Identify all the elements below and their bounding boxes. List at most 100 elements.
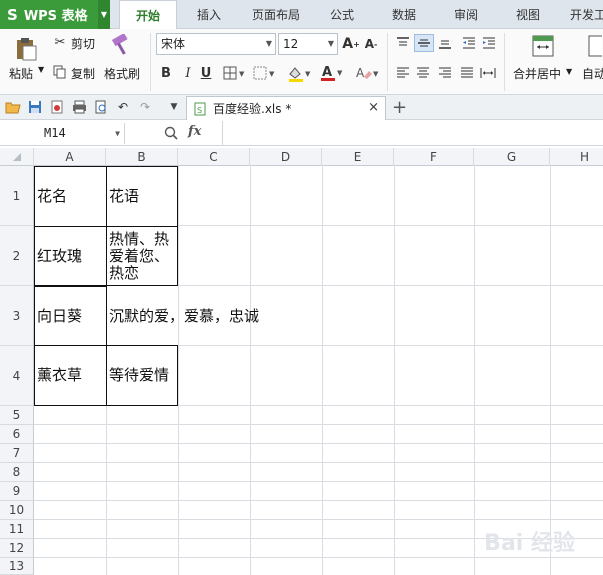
row-header[interactable]: 3: [0, 286, 34, 346]
new-tab-icon[interactable]: +: [392, 97, 407, 118]
font-size-select[interactable]: 12 ▼: [278, 33, 338, 55]
column-header-b[interactable]: B: [106, 148, 178, 166]
copy-button[interactable]: 复制: [71, 65, 95, 82]
close-icon[interactable]: ×: [368, 100, 379, 115]
increase-indent-icon[interactable]: [480, 35, 498, 51]
chevron-down-icon[interactable]: ▼: [266, 34, 272, 54]
justify-icon[interactable]: [458, 65, 476, 81]
cell-a2[interactable]: 红玫瑰: [34, 226, 107, 286]
row-header[interactable]: 5: [0, 406, 34, 425]
function-icon[interactable]: fx: [188, 124, 201, 139]
chevron-down-icon[interactable]: ▼: [166, 99, 182, 115]
document-tab[interactable]: S 百度经验.xls * ×: [186, 96, 386, 120]
tab-insert[interactable]: 插入: [183, 0, 235, 29]
bold-icon[interactable]: B: [158, 64, 174, 82]
underline-icon[interactable]: U: [198, 64, 214, 82]
cut-button[interactable]: 剪切: [71, 35, 95, 52]
paste-icon[interactable]: [12, 35, 40, 63]
align-right-icon[interactable]: [436, 65, 454, 81]
decrease-indent-icon[interactable]: [460, 35, 478, 51]
row-header[interactable]: 13: [0, 558, 34, 575]
distributed-icon[interactable]: [478, 65, 498, 81]
row-header[interactable]: 1: [0, 166, 34, 226]
fill-color-icon[interactable]: ▼: [286, 64, 314, 84]
formula-input[interactable]: [222, 121, 603, 146]
align-left-icon[interactable]: [394, 65, 412, 81]
chevron-down-icon[interactable]: ▼: [328, 34, 334, 54]
row-header[interactable]: 11: [0, 520, 34, 539]
redo-icon[interactable]: ↷: [137, 99, 153, 115]
cell-b3[interactable]: 沉默的爱，爱慕，忠诚: [107, 286, 307, 346]
tab-developer[interactable]: 开发工: [562, 0, 603, 29]
spreadsheet-file-icon: S: [193, 102, 207, 116]
app-menu-button[interactable]: S WPS 表格 ▼: [0, 0, 110, 29]
column-header-h[interactable]: H: [550, 148, 603, 166]
tab-review[interactable]: 审阅: [440, 0, 492, 29]
row-header[interactable]: 12: [0, 539, 34, 558]
copy-icon[interactable]: [52, 64, 68, 80]
undo-icon[interactable]: ↶: [115, 99, 131, 115]
open-folder-icon[interactable]: [5, 99, 21, 115]
brush-icon[interactable]: [110, 33, 134, 59]
svg-text:▼: ▼: [337, 69, 343, 77]
column-header-g[interactable]: G: [474, 148, 550, 166]
paste-button[interactable]: 粘贴: [9, 65, 33, 82]
font-name-select[interactable]: 宋体 ▼: [156, 33, 276, 55]
cell-a1[interactable]: 花名: [34, 166, 107, 227]
decrease-font-icon[interactable]: A-: [363, 35, 379, 53]
tab-data[interactable]: 数据: [378, 0, 430, 29]
fill-pattern-icon[interactable]: ▼: [252, 64, 278, 82]
export-pdf-icon[interactable]: [49, 99, 65, 115]
svg-text:A: A: [356, 66, 365, 80]
increase-font-icon[interactable]: A +: [342, 35, 360, 53]
select-all-corner[interactable]: [0, 148, 34, 166]
cell-b4[interactable]: 等待爱情: [106, 345, 178, 406]
align-bottom-icon[interactable]: [436, 35, 454, 51]
column-header-e[interactable]: E: [322, 148, 394, 166]
chevron-down-icon[interactable]: ▼: [115, 123, 120, 144]
format-painter-button[interactable]: 格式刷: [104, 65, 140, 82]
row-header[interactable]: 10: [0, 501, 34, 520]
name-box[interactable]: M14 ▼: [0, 123, 125, 144]
wrap-text-icon[interactable]: [588, 35, 602, 57]
cell-b1[interactable]: 花语: [106, 166, 178, 227]
row-header[interactable]: 2: [0, 226, 34, 286]
merge-center-icon[interactable]: [532, 35, 554, 57]
italic-icon[interactable]: I: [180, 64, 196, 82]
print-icon[interactable]: [71, 99, 87, 115]
font-color-icon[interactable]: A ▼: [318, 63, 346, 83]
column-header-c[interactable]: C: [178, 148, 250, 166]
cell-a4[interactable]: 薰衣草: [34, 345, 107, 406]
column-header-f[interactable]: F: [394, 148, 474, 166]
wrap-text-button[interactable]: 自动: [582, 65, 603, 82]
row-header[interactable]: 8: [0, 463, 34, 482]
column-header-a[interactable]: A: [34, 148, 106, 166]
scissors-icon[interactable]: ✂: [52, 34, 68, 50]
zoom-search-icon[interactable]: [163, 125, 179, 141]
svg-text:A: A: [322, 65, 332, 80]
print-preview-icon[interactable]: [93, 99, 109, 115]
row-header[interactable]: 9: [0, 482, 34, 501]
chevron-down-icon[interactable]: ▼: [38, 65, 44, 74]
align-middle-icon[interactable]: [414, 34, 434, 52]
row-header[interactable]: 6: [0, 425, 34, 444]
tab-page-layout[interactable]: 页面布局: [240, 0, 312, 29]
row-header[interactable]: 4: [0, 346, 34, 406]
ribbon: 粘贴 ▼ ✂ 剪切 复制 格式刷 宋体 ▼ 12 ▼ A + A- B I U ▼…: [0, 29, 603, 95]
chevron-down-icon[interactable]: ▼: [98, 0, 110, 29]
svg-text:▼: ▼: [373, 70, 379, 78]
align-top-icon[interactable]: [394, 35, 412, 51]
merge-center-button[interactable]: 合并居中: [513, 65, 561, 82]
cell-b2[interactable]: 热情、热爱着您、热恋: [106, 226, 178, 286]
save-icon[interactable]: [27, 99, 43, 115]
align-center-icon[interactable]: [414, 65, 432, 81]
tab-formulas[interactable]: 公式: [316, 0, 368, 29]
tab-view[interactable]: 视图: [502, 0, 554, 29]
column-header-d[interactable]: D: [250, 148, 322, 166]
cell-a3[interactable]: 向日葵: [34, 286, 107, 346]
row-header[interactable]: 7: [0, 444, 34, 463]
border-icon[interactable]: ▼: [222, 64, 248, 82]
chevron-down-icon[interactable]: ▼: [566, 67, 572, 76]
clear-format-icon[interactable]: A ▼: [354, 64, 380, 82]
tab-home[interactable]: 开始: [119, 0, 177, 30]
